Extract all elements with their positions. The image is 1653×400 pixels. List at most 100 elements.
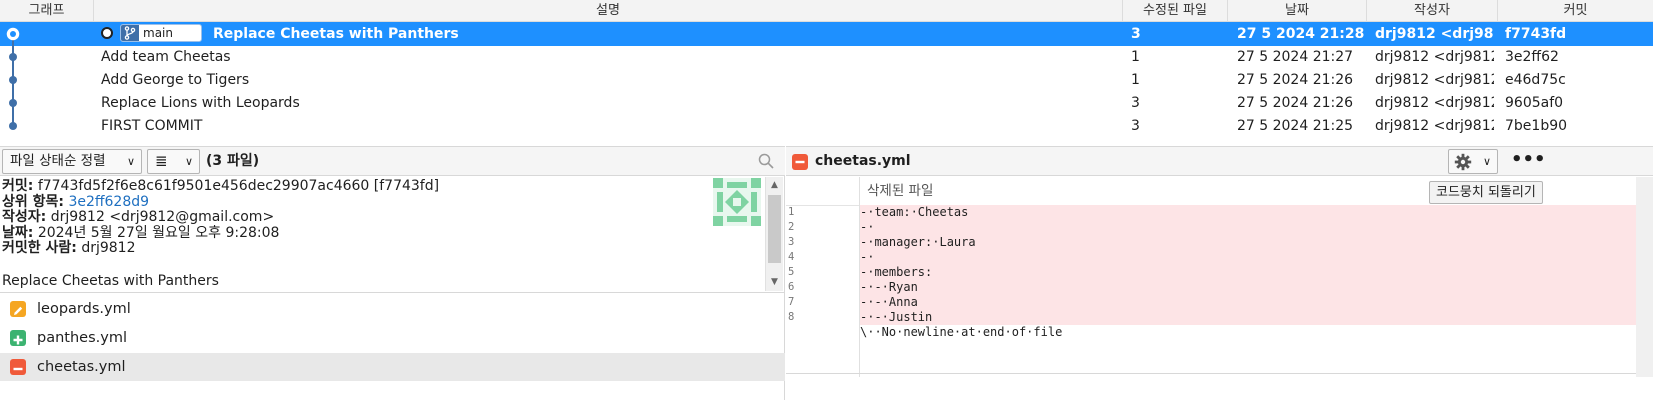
commit-files: 3 [1131, 26, 1141, 42]
commit-author: drj9812 <drj9812@gmail.com> [1375, 26, 1494, 42]
commit-hash: e46d75c [1505, 72, 1566, 88]
commit-date: 27 5 2024 21:27 [1237, 49, 1354, 65]
column-graph-header[interactable]: 그래프 [0, 0, 94, 22]
column-author-header[interactable]: 작성자 [1367, 0, 1498, 22]
commit-hash: 9605af0 [1505, 95, 1564, 111]
sort-dropdown[interactable]: 파일 상태순 정렬 ∨ [2, 149, 142, 174]
commit-row[interactable]: Add team Cheetas 1 27 5 2024 21:27 drj98… [0, 45, 1653, 69]
commit-log: 그래프 설명 수정된 파일 날짜 작성자 커밋 main Replace Chee… [0, 0, 1653, 146]
hunk-header: 삭제된 파일 코드뭉치 되돌리기 [786, 177, 1636, 206]
branch-label[interactable]: main [120, 24, 202, 42]
graph-node [9, 99, 17, 107]
file-name: panthes.yml [37, 330, 127, 346]
commit-description: main Replace Cheetas with Panthers [101, 22, 1121, 46]
commit-details: 커밋: f7743fd5f2f6e8c61f9501e456dec29907ac… [0, 177, 765, 292]
diff-line: 7 -·-·Anna [786, 295, 1636, 310]
hunk-label: 삭제된 파일 [867, 183, 934, 199]
diff-line: 5 -·members: [786, 265, 1636, 280]
commit-author: drj9812 <drj9812@gmail.com> [1375, 49, 1494, 65]
search-icon[interactable] [757, 152, 775, 170]
diff-toolbar: cheetas.yml ∨ ••• [786, 147, 1653, 176]
commit-description: Replace Lions with Leopards [101, 95, 300, 111]
column-date-header[interactable]: 날짜 [1228, 0, 1367, 22]
removed-icon [792, 154, 808, 170]
more-options-icon[interactable]: ••• [1511, 149, 1546, 174]
detail-author: 작성자: drj9812 <drj9812@gmail.com> [2, 209, 275, 225]
commit-hash: 3e2ff62 [1505, 49, 1559, 65]
file-list: leopards.yml panthes.yml cheetas.yml [0, 292, 785, 400]
file-count: (3 파일) [206, 153, 260, 169]
commit-hash: f7743fd [1505, 26, 1567, 42]
diff-bottom-border [786, 373, 1636, 374]
detail-committer: 커밋한 사람: drj9812 [2, 240, 136, 256]
diff-settings-button[interactable]: ∨ [1448, 149, 1498, 174]
commit-message: Replace Cheetas with Panthers [2, 272, 219, 289]
file-item-cheetas[interactable]: cheetas.yml [0, 353, 785, 381]
chevron-down-icon: ∨ [1482, 155, 1491, 168]
commit-date: 27 5 2024 21:28 [1237, 26, 1365, 42]
commit-date: 27 5 2024 21:25 [1237, 118, 1354, 134]
commit-files: 3 [1131, 95, 1140, 111]
diff-line: 1 -·team:·Cheetas [786, 205, 1636, 220]
commit-description: FIRST COMMIT [101, 118, 203, 134]
commit-files: 3 [1131, 118, 1140, 134]
graph-node [9, 122, 17, 130]
branch-icon [121, 25, 139, 41]
commit-date: 27 5 2024 21:26 [1237, 95, 1354, 111]
gear-icon [1454, 153, 1472, 171]
file-item-panthes[interactable]: panthes.yml [0, 324, 785, 352]
list-icon: ≣ [155, 152, 168, 170]
commit-hash: 7be1b90 [1505, 118, 1568, 134]
diff-line: 4 -· [786, 250, 1636, 265]
sort-dropdown-label: 파일 상태순 정렬 [10, 153, 106, 169]
avatar [713, 178, 761, 226]
chevron-down-icon: ∨ [126, 155, 135, 168]
parent-link[interactable]: 3e2ff628d9 [68, 194, 149, 210]
removed-icon [10, 359, 26, 375]
detail-parent: 상위 항목: 3e2ff628d9 [2, 193, 150, 210]
commit-details-pane: 파일 상태순 정렬 ∨ ≣ ∨ (3 파일) 커밋: f7743fd5f2f6e… [0, 146, 785, 400]
added-icon [10, 330, 26, 346]
graph-node-head-inner [10, 31, 16, 37]
column-commit-header[interactable]: 커밋 [1498, 0, 1653, 22]
graph-node [9, 76, 17, 84]
commit-graph [6, 27, 20, 130]
commit-row[interactable]: Replace Lions with Leopards 3 27 5 2024 … [0, 91, 1653, 115]
commit-author: drj9812 <drj9812@gmail.com> [1375, 72, 1494, 88]
diff-line: 8 -·-·Justin [786, 310, 1636, 325]
commit-row[interactable]: Add George to Tigers 1 27 5 2024 21:26 d… [0, 68, 1653, 92]
diff-line: 2 -· [786, 220, 1636, 235]
commit-description: Add George to Tigers [101, 72, 250, 88]
column-files-header[interactable]: 수정된 파일 [1123, 0, 1228, 22]
view-mode-dropdown[interactable]: ≣ ∨ [147, 149, 200, 174]
scroll-up-icon[interactable]: ▲ [766, 177, 783, 193]
file-name: cheetas.yml [37, 359, 126, 375]
modified-icon [10, 301, 26, 317]
log-header: 그래프 설명 수정된 파일 날짜 작성자 커밋 [0, 0, 1653, 22]
graph-node [9, 53, 17, 61]
file-toolbar: 파일 상태순 정렬 ∨ ≣ ∨ (3 파일) [0, 147, 785, 176]
commit-files: 1 [1131, 49, 1140, 65]
diff-scrollbar[interactable] [1636, 177, 1653, 377]
column-description-header[interactable]: 설명 [94, 0, 1123, 22]
diff-file-title: cheetas.yml [815, 153, 911, 169]
commit-row[interactable]: main Replace Cheetas with Panthers 3 27 5… [0, 22, 1653, 46]
diff-pane: cheetas.yml ∨ ••• 삭제된 파일 코드뭉치 되돌리기 1 -·te… [786, 146, 1653, 400]
commit-row[interactable]: FIRST COMMIT 3 27 5 2024 21:25 drj9812 <… [0, 114, 1653, 138]
commit-files: 1 [1131, 72, 1140, 88]
commit-date: 27 5 2024 21:26 [1237, 72, 1354, 88]
details-scrollbar[interactable]: ▲ ▼ [765, 177, 783, 291]
diff-line: 3 -·manager:·Laura [786, 235, 1636, 250]
head-marker-icon [101, 27, 113, 39]
commit-author: drj9812 <drj9812@gmail.com> [1375, 118, 1494, 134]
scroll-down-icon[interactable]: ▼ [766, 274, 783, 290]
commit-author: drj9812 <drj9812@gmail.com> [1375, 95, 1494, 111]
chevron-down-icon: ∨ [184, 155, 193, 168]
file-name: leopards.yml [37, 301, 131, 317]
scrollbar-thumb[interactable] [768, 195, 781, 263]
diff-eof-note: \··No·newline·at·end·of·file [860, 325, 1063, 339]
revert-hunk-button[interactable]: 코드뭉치 되돌리기 [1429, 181, 1543, 204]
file-item-leopards[interactable]: leopards.yml [0, 295, 785, 323]
detail-date: 날짜: 2024년 5월 27일 월요일 오후 9:28:08 [2, 224, 280, 241]
detail-commit: 커밋: f7743fd5f2f6e8c61f9501e456dec29907ac… [2, 178, 440, 194]
